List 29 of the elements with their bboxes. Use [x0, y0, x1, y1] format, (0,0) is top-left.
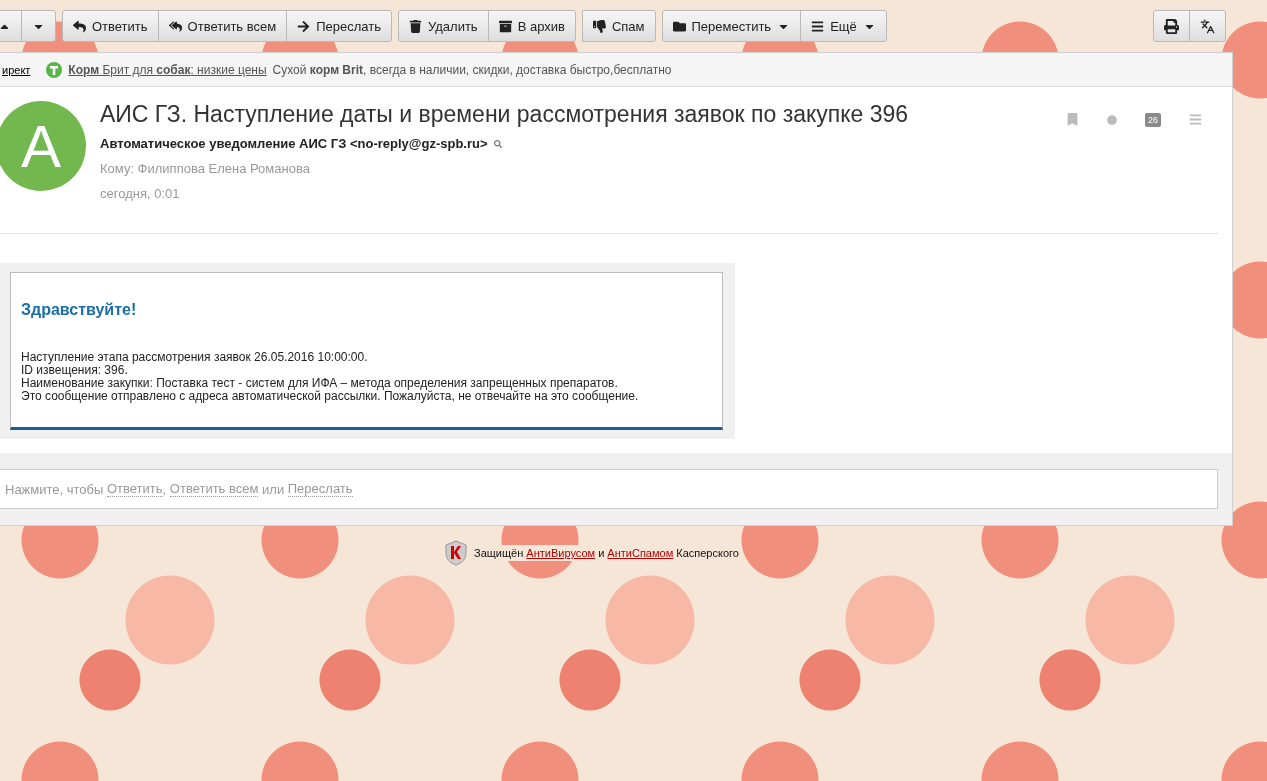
prompt-text: Нажмите, чтобы — [5, 481, 105, 497]
protection-link[interactable]: АнтиСпамом — [607, 547, 674, 559]
toolbar-button[interactable]: Ещё — [800, 10, 887, 42]
message-date: сегодня, 0:01 — [100, 186, 181, 201]
body-line: Это сообщение отправлено с адреса автоматической рассылки. Пожалуйста, не отвечайте на это сообщение. — [21, 390, 640, 403]
toolbar-button[interactable]: Спам — [581, 10, 656, 42]
prompt-text: , — [162, 481, 168, 497]
body-line: Наступление этапа рассмотрения заявок 26.05.2016 10:00:00. — [21, 351, 369, 364]
protection-text: и — [597, 547, 606, 559]
prompt-text: или — [261, 481, 286, 497]
toolbar-button[interactable]: Переместить — [661, 10, 802, 42]
ad-text: Сухой корм Brit, всегда в наличии, скидки, доставка быстро,бесплатно — [272, 62, 672, 77]
recipient: Кому: Филиппова Елена Романова — [100, 161, 311, 176]
toolbar-button[interactable]: Переслать — [286, 10, 392, 42]
body-line: Наименование закупки: Поставка тест - систем для ИФА – метода определения запрещенных препаратов. — [21, 377, 618, 390]
toolbar-button[interactable]: Удалить — [398, 10, 489, 42]
sender: Автоматическое уведомление АИС ГЗ <no-reply@gz-spb.ru> — [100, 136, 488, 151]
greeting: Здравствуйте! — [21, 301, 138, 319]
message-subject: АИС ГЗ. Наступление даты и времени рассмотрения заявок по закупке 396 — [100, 101, 910, 128]
ad-link[interactable]: Корм Брит для собак: низкие цены — [68, 62, 267, 77]
body-line: ID извещения: 396. — [21, 364, 129, 377]
protection-text: Касперского — [675, 547, 739, 559]
ad-source-link[interactable]: ирект — [2, 63, 31, 76]
toolbar-button[interactable]: Ответить — [62, 10, 159, 42]
avatar: А — [0, 101, 86, 191]
toolbar-button[interactable]: В архив — [487, 10, 576, 42]
toolbar-button[interactable]: Ответить всем — [157, 10, 288, 42]
protection-link[interactable]: АнтиВирусом — [526, 547, 596, 559]
protection-text: Защищён — [474, 547, 525, 559]
